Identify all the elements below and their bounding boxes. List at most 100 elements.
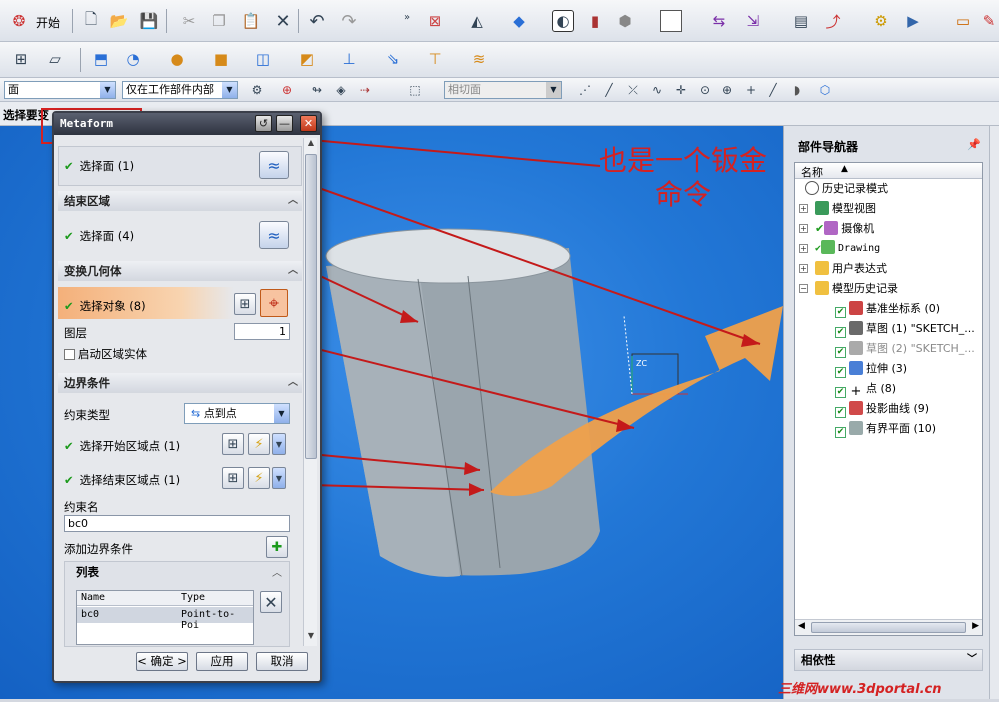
draft-icon[interactable]: ⇘ [382,48,404,70]
layer-field[interactable]: 1 [234,323,290,340]
motion-icon[interactable]: ▶ [902,10,924,32]
open-folder-icon[interactable]: 📂 [108,10,130,32]
wcs-icon[interactable]: ⤴ [822,10,844,32]
pointer-icon[interactable]: ⇢ [354,79,376,101]
background-icon[interactable] [660,10,682,32]
dependency-header[interactable]: 相依性 ﹀ [794,649,983,671]
extrude-icon[interactable]: ⬒ [90,48,112,70]
crosshair-icon[interactable]: ⌖ [260,289,288,317]
surface-icon[interactable]: ≋ [468,48,490,70]
mirror-icon[interactable]: ⇲ [742,10,764,32]
list-item[interactable]: ✔ + 点 (8) [835,379,896,399]
list-item[interactable]: ✔ 投影曲线 (9) [835,399,929,419]
fit-view-icon[interactable]: ⊠ [424,10,446,32]
redo-icon[interactable]: ↷ [338,10,360,32]
flange-icon[interactable]: ⊤ [424,48,446,70]
select-object-row[interactable]: ✔ 选择对象 (8) [64,298,146,314]
list-header[interactable]: 列表 [76,564,99,580]
assembly-icon[interactable]: ▤ [790,10,812,32]
rectangle-select-icon[interactable]: ⬚ [404,79,426,101]
type-filter-select[interactable]: 面 ▼ [4,81,116,99]
end-point-add-icon[interactable]: ⊞ [222,467,244,489]
analysis-icon[interactable]: ⚙ [870,10,892,32]
cancel-button[interactable]: 取消 [256,652,308,671]
snap-mid-icon[interactable]: ⤫ [622,79,644,101]
navigator-tree[interactable]: 名称 ▲ 历史记录模式 + 模型视图 + ✔ 摄像机 + ✔ Drawing + 用… [794,162,983,636]
list-item[interactable]: ✔ Drawing [815,239,880,259]
shell-icon[interactable]: ◫ [252,48,274,70]
start-point-row[interactable]: ✔ 选择开始区域点 (1) [64,438,180,454]
list-item[interactable]: 模型历史记录 [815,279,898,299]
list-collapse-icon[interactable]: ︿ [272,564,282,579]
snap-tangent-icon[interactable]: ╱ [762,79,784,101]
revolve-icon[interactable]: ◔ [122,48,144,70]
end-point-row[interactable]: ✔ 选择结束区域点 (1) [64,472,180,488]
sketch-icon[interactable]: ⊞ [10,48,32,70]
tree-horizontal-scrollbar[interactable]: ◀ ▶ [795,619,982,635]
list-item[interactable]: 用户表达式 [815,259,887,279]
dialog-scrollbar[interactable]: ▲ ▼ [303,138,317,646]
snap-center-icon[interactable]: ⊙ [694,79,716,101]
end-region-face-row[interactable]: ✔ 选择面 (4) [64,228,134,244]
name-column-header[interactable]: 名称 [801,164,823,180]
region-solid-checkbox[interactable]: 启动区域实体 [64,346,147,362]
snap-quadrant-icon[interactable]: ⊕ [716,79,738,101]
hole-icon[interactable]: ● [166,48,188,70]
add-boundary-icon[interactable]: ✚ [266,536,288,558]
save-icon[interactable]: 💾 [138,10,160,32]
ok-button[interactable]: < 确定 > [136,652,188,671]
start-point-dropdown-icon[interactable]: ▼ [272,433,286,455]
snap-view-icon[interactable]: ◐ [552,10,574,32]
list-item[interactable]: ✔ 拉伸 (3) [835,359,907,379]
scrollbar-thumb[interactable] [305,154,317,459]
move-component-icon[interactable]: ⇆ [708,10,730,32]
snap-select[interactable]: 相切面 ▼ [444,81,562,99]
remove-boundary-icon[interactable]: ✕ [260,591,282,613]
snap-line-icon[interactable]: ╱ [598,79,620,101]
snap-intersect-icon[interactable]: ✛ [670,79,692,101]
constraint-name-field[interactable]: bc0 [64,515,290,532]
cut-icon[interactable]: ✂ [178,10,200,32]
select-face-row[interactable]: ✔ 选择面 (1) [64,158,134,174]
shaded-cube-icon[interactable]: ◆ [508,10,530,32]
block-icon[interactable]: ■ [210,48,232,70]
snap-face-icon[interactable]: ◗ [786,79,808,101]
select-face-button[interactable]: ≈ [259,151,289,179]
offset-icon[interactable]: ⊥ [338,48,360,70]
reset-icon[interactable]: ↺ [255,115,272,132]
undo-icon[interactable]: ↶ [306,10,328,32]
delete-icon[interactable]: ✕ [272,10,294,32]
render-style-icon[interactable]: ◭ [466,10,488,32]
datum-plane-icon[interactable]: ▱ [44,48,66,70]
gray-cube-icon[interactable]: ⬢ [614,10,636,32]
start-logo-icon[interactable]: ❂ [8,10,30,32]
edit-icon[interactable]: ✎ [978,10,999,32]
snap-point-on-curve-icon[interactable]: + [740,79,762,101]
list-item[interactable]: ✔ 基准坐标系 (0) [835,299,940,319]
start-menu[interactable]: 开始 [36,14,60,31]
end-point-snap-icon[interactable]: ⚡ [248,467,270,489]
apply-button[interactable]: 应用 [196,652,248,671]
trim-body-icon[interactable]: ◩ [296,48,318,70]
boundary-conditions-header[interactable]: 边界条件 ︿ [58,373,302,393]
end-region-header[interactable]: 结束区域 ︿ [58,191,302,211]
add-object-icon[interactable]: ⊞ [234,293,256,315]
list-item[interactable]: ✔ 草图 (1) "SKETCH_... [835,319,975,339]
snap-end-icon[interactable]: ⋰ [574,79,596,101]
close-icon[interactable]: ✕ [300,115,317,132]
clip-icon[interactable]: ▮ [584,10,606,32]
end-region-face-button[interactable]: ≈ [259,221,289,249]
minimize-icon[interactable]: — [276,115,293,132]
snap-point-icon[interactable]: ⊕ [276,79,298,101]
measure-icon[interactable]: ▭ [952,10,974,32]
scope-select[interactable]: 仅在工作部件内部 ▼ [122,81,238,99]
intent-icon[interactable]: ◈ [330,79,352,101]
paste-icon[interactable]: 📋 [240,10,262,32]
transform-geometry-header[interactable]: 变换几何体 ︿ [58,261,302,281]
list-item[interactable]: 模型视图 [815,199,876,219]
constraint-type-select[interactable]: ⇆ 点到点 ▼ [184,403,290,424]
curve-rule-icon[interactable]: ↬ [306,79,328,101]
copy-icon[interactable]: ❐ [208,10,230,32]
start-point-snap-icon[interactable]: ⚡ [248,433,270,455]
list-item[interactable]: 历史记录模式 [805,179,888,199]
